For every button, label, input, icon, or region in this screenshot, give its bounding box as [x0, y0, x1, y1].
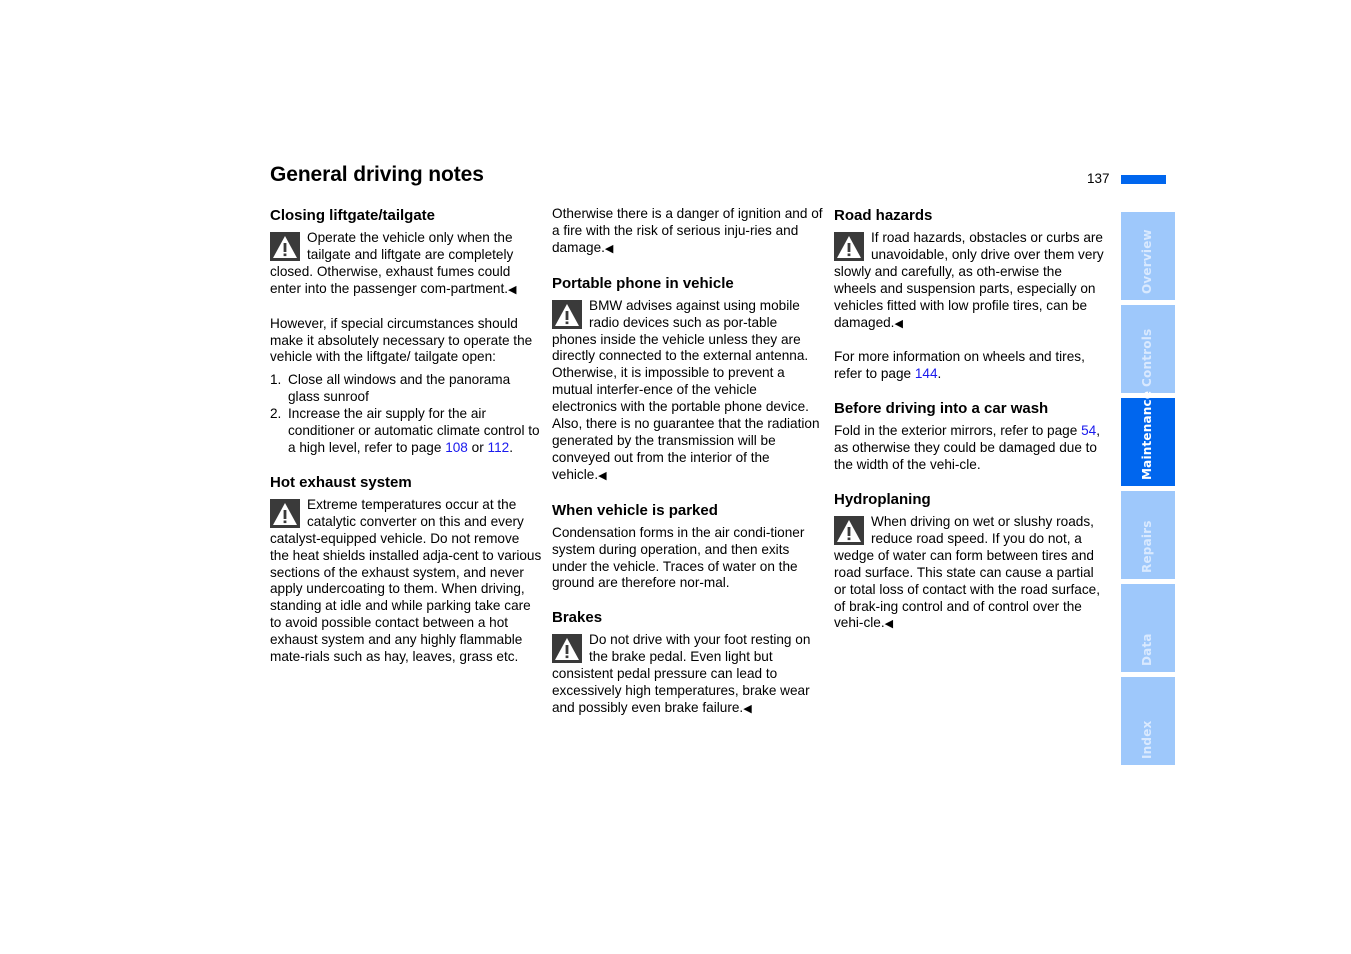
section-brakes: Brakes Do not drive with your foot resti… [552, 608, 824, 718]
warning-note: Operate the vehicle only when the tailga… [270, 230, 517, 296]
list-item: 2. Increase the air supply for the air co… [270, 406, 540, 455]
end-mark-icon: ◀ [598, 469, 607, 482]
warning-note: If road hazards, obstacles or curbs are … [834, 230, 1104, 330]
page-link-108[interactable]: 108 [445, 440, 468, 455]
tab-maintenance[interactable]: Maintenance [1121, 391, 1175, 486]
section-heading: Hot exhaust system [270, 473, 412, 491]
warning-note: BMW advises against using mobile radio d… [552, 297, 820, 482]
end-mark-icon: ◀ [508, 283, 517, 296]
tab-repairs[interactable]: Repairs [1121, 491, 1175, 579]
paragraph: Condensation forms in the air condi-tion… [552, 524, 805, 591]
page-link-112[interactable]: 112 [488, 440, 510, 455]
tab-index[interactable]: Index [1121, 677, 1175, 765]
page-accent-bar [1121, 175, 1166, 184]
section-car-wash: Before driving into a car wash Fold in t… [834, 399, 1106, 474]
section-heading: Brakes [552, 609, 603, 627]
section-heading: Road hazards [834, 207, 933, 224]
warning-icon [834, 232, 864, 261]
warning-note: When driving on wet or slushy roads, red… [834, 513, 1100, 631]
end-mark-icon: ◀ [894, 317, 903, 330]
section-hot-exhaust: Hot exhaust system Extreme temperatures … [270, 473, 542, 666]
section-closing-liftgate: Closing liftgate/tailgate Operate the ve… [270, 206, 542, 457]
page-number: 137 [1087, 171, 1110, 186]
section-road-hazards: Road hazards If road hazards, obstacles … [834, 206, 1106, 383]
end-mark-icon: ◀ [743, 702, 752, 715]
tab-controls[interactable]: Controls [1121, 305, 1175, 393]
section-heading: Hydroplaning [834, 490, 931, 508]
page-title: General driving notes [270, 163, 484, 186]
chapter-tabs: Overview Controls Maintenance Repairs Da… [1121, 212, 1175, 770]
section-heading: Closing liftgate/tailgate [270, 207, 436, 224]
numbered-list: 1. Close all windows and the panorama gla… [270, 372, 542, 457]
end-mark-icon: ◀ [604, 242, 614, 255]
section-heading: Before driving into a car wash [834, 400, 1049, 418]
paragraph: For more information on wheels and tires… [834, 349, 1085, 382]
section-hydroplaning: Hydroplaning When driving on wet or slus… [834, 490, 1106, 633]
warning-note: Do not drive with your foot resting on t… [552, 632, 811, 715]
section-portable-phone: Portable phone in vehicle BMW advises ag… [552, 274, 824, 485]
list-item: 1. Close all windows and the panorama gla… [270, 372, 511, 405]
section-vehicle-parked: When vehicle is parked Condensation form… [552, 501, 824, 593]
tab-overview[interactable]: Overview [1121, 212, 1175, 300]
paragraph: However, if special circumstances should… [270, 315, 533, 365]
page-link-144[interactable]: 144 [915, 366, 938, 381]
warning-icon [270, 498, 300, 528]
section-heading: When vehicle is parked [552, 501, 718, 519]
column-3: Road hazards If road hazards, obstacles … [834, 206, 1106, 649]
warning-icon [552, 299, 582, 329]
section-continuation: Otherwise there is a danger of ignition … [552, 206, 823, 255]
warning-icon [270, 232, 300, 261]
paragraph: Fold in the exterior mirrors, refer to p… [834, 423, 1100, 473]
warning-icon [552, 634, 582, 664]
column-1: Closing liftgate/tailgate Operate the ve… [270, 206, 542, 682]
column-2: Otherwise there is a danger of ignition … [552, 206, 824, 734]
tab-data[interactable]: Data [1121, 584, 1175, 672]
warning-note: Extreme temperatures occur at the cataly… [270, 496, 542, 665]
section-heading: Portable phone in vehicle [552, 274, 734, 292]
end-mark-icon: ◀ [884, 618, 894, 631]
warning-icon [834, 515, 864, 545]
page-link-54[interactable]: 54 [1081, 423, 1096, 438]
